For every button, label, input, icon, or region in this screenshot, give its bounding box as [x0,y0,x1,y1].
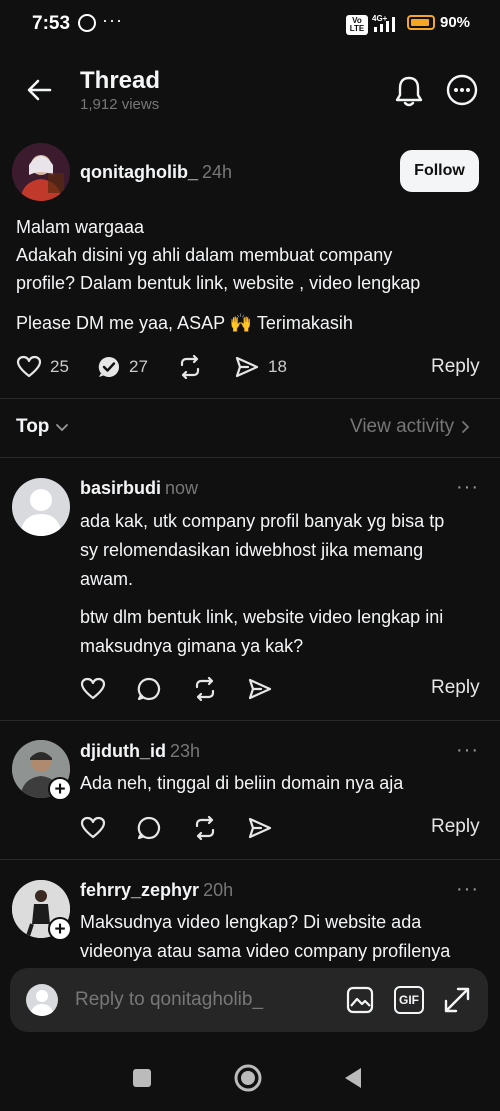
comment-text-line: btw dlm bentuk link, website video lengk… [80,607,444,627]
view-count: 1,912 views [80,96,160,113]
share-count: 18 [268,357,287,376]
divider [0,720,500,721]
comment-text-line: maksudnya gimana ya kak? [80,636,304,656]
ellipsis-icon[interactable]: ··· [456,739,479,762]
follow-plus-icon[interactable]: + [48,917,72,941]
comment-text-line: videonya atau sama video company profile… [80,941,451,961]
send-icon[interactable] [247,816,273,840]
nav-square-icon[interactable] [133,1069,151,1087]
comment-author[interactable]: djiduth_id 23h [80,741,200,762]
comment-text-line: sy relomendasikan idwebhost jika memang [80,540,424,560]
comment-icon[interactable] [136,677,162,701]
comment-time: now [165,478,199,498]
sort-label: Top [16,416,50,437]
comment-count: 27 [129,357,148,376]
network-type: 4G+ [372,14,388,23]
nav-back-icon[interactable] [342,1066,364,1090]
image-icon[interactable] [345,985,375,1015]
send-icon [235,356,259,378]
back-arrow-icon[interactable] [22,72,58,108]
view-activity-label: View activity [350,416,455,437]
post-username[interactable]: qonitagholib_ [80,162,198,182]
comment-username[interactable]: fehrry_zephyr [80,880,199,900]
default-avatar-icon [20,489,62,536]
reply-link[interactable]: Reply [431,356,480,378]
like-button[interactable]: 25 [16,355,69,379]
nav-home-icon[interactable] [233,1063,263,1093]
heart-icon [16,355,42,378]
follow-plus-icon[interactable]: + [48,777,72,801]
send-icon[interactable] [247,677,273,701]
like-count: 25 [50,357,69,376]
post-text-line: profile? Dalam bentuk link, website , vi… [16,273,421,293]
ellipsis-icon[interactable]: ··· [456,878,479,901]
reply-link[interactable]: Reply [431,677,480,699]
volte-badge: Vo LTE [346,15,368,35]
ellipsis-icon[interactable]: ··· [456,476,479,499]
comment-icon[interactable] [136,816,162,840]
post-author[interactable]: qonitagholib_ 24h [80,162,232,183]
system-nav-bar [0,1040,500,1111]
post-text-line: Please DM me yaa, ASAP 🙌 Terimakasih [16,313,353,333]
repost-icon[interactable] [192,677,218,701]
comment-text-line: Maksudnya video lengkap? Di website ada [80,912,422,932]
comment-username[interactable]: basirbudi [80,478,161,498]
avatar[interactable] [12,143,70,201]
comment-time: 20h [203,880,234,900]
gif-icon[interactable]: GIF [394,986,424,1014]
post-text-line: Adakah disini yg ahli dalam membuat comp… [16,245,393,265]
signal-icon: 4G+ [372,14,395,32]
default-avatar-icon [30,990,54,1016]
heart-icon[interactable] [80,816,106,840]
divider [0,457,500,458]
reply-input[interactable]: Reply to qonitagholib_ [75,989,263,1011]
comment-check-icon [98,356,119,377]
divider [0,859,500,860]
battery-percent: 90% [440,14,471,31]
battery-icon [407,15,435,30]
heart-icon[interactable] [80,677,106,701]
more-circle-icon[interactable] [445,73,479,107]
follow-button[interactable]: Follow [400,150,479,192]
sort-dropdown[interactable]: Top [16,416,69,438]
comment-username[interactable]: djiduth_id [80,741,166,761]
comment-text-line: ada kak, utk company profil banyak yg bi… [80,511,445,531]
repost-icon[interactable] [177,355,203,379]
view-activity-link[interactable]: View activity [350,416,470,438]
status-bar: 7:53 ··· Vo LTE 4G+ 90% [0,0,500,50]
comment-author[interactable]: basirbudi now [80,478,198,499]
bell-icon[interactable] [390,72,428,110]
chevron-right-icon [462,421,470,433]
comment-author[interactable]: fehrry_zephyr 20h [80,880,233,901]
comment-text-line: Ada neh, tinggal di beliin domain nya aj… [80,773,404,793]
repost-icon[interactable] [192,816,218,840]
post-time: 24h [201,162,233,182]
page-title: Thread [80,67,161,94]
comment-button[interactable]: 27 [97,355,148,379]
chevron-down-icon [56,424,69,432]
comment-time: 23h [169,741,201,761]
reply-link[interactable]: Reply [431,816,480,838]
my-avatar [26,984,58,1016]
whatsapp-icon [78,14,96,32]
avatar[interactable] [12,478,70,536]
more-notifications-icon: ··· [102,10,123,30]
divider [0,398,500,399]
expand-icon[interactable] [441,984,473,1016]
post-text-line: Malam wargaaa [16,217,145,237]
avatar-photo [12,143,70,201]
comment-text-line: awam. [80,569,134,589]
share-button[interactable]: 18 [234,355,287,379]
status-time: 7:53 [32,13,71,34]
